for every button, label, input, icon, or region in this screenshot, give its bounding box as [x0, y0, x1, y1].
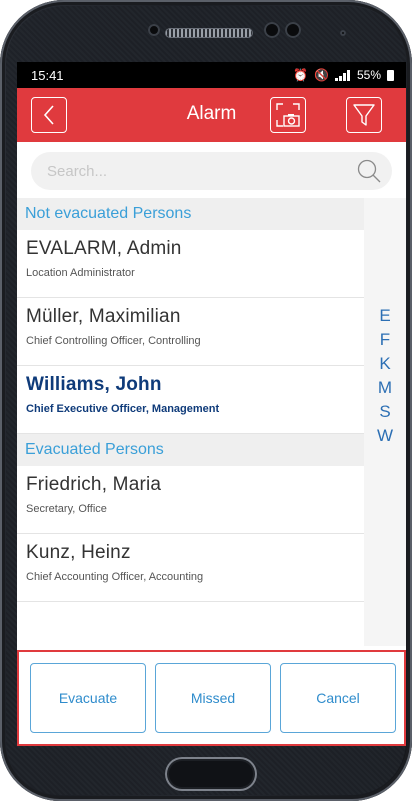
search-bar — [17, 142, 406, 198]
section-header-evacuated: Evacuated Persons — [17, 434, 364, 466]
index-letter-e[interactable]: E — [364, 304, 406, 328]
section-header-not-evacuated: Not evacuated Persons — [17, 198, 364, 230]
alphabet-index: E F K M S W — [364, 198, 406, 646]
person-row[interactable]: Friedrich, Maria Secretary, Office — [17, 466, 364, 534]
person-role: Chief Controlling Officer, Controlling — [26, 335, 201, 347]
evacuate-button[interactable]: Evacuate — [30, 663, 146, 733]
alarm-icon: ⏰ — [293, 68, 309, 82]
person-name: Müller, Maximilian — [26, 306, 181, 327]
person-role: Location Administrator — [26, 267, 135, 279]
search-icon[interactable] — [356, 158, 382, 184]
battery-percent: 55% — [356, 68, 381, 82]
scan-photo-icon — [276, 103, 300, 127]
index-letter-s[interactable]: S — [364, 400, 406, 424]
mute-icon: 🔇 — [314, 68, 329, 82]
index-letter-m[interactable]: M — [364, 376, 406, 400]
app-screen: 15:41 ⏰ 🔇 55% Alarm Search... Not evacua… — [17, 62, 406, 746]
filter-button[interactable] — [346, 97, 382, 133]
proximity-sensor — [148, 24, 160, 36]
missed-button[interactable]: Missed — [155, 663, 271, 733]
person-role: Chief Accounting Officer, Accounting — [26, 571, 204, 583]
search-box — [31, 152, 392, 190]
person-row-selected[interactable]: Williams, John Chief Executive Officer, … — [17, 366, 364, 434]
status-time: 15:41 — [31, 67, 64, 83]
person-row[interactable]: Müller, Maximilian Chief Controlling Off… — [17, 298, 364, 366]
signal-icon — [334, 69, 351, 81]
person-row[interactable]: Kunz, Heinz Chief Accounting Officer, Ac… — [17, 534, 364, 602]
battery-icon — [387, 69, 394, 81]
person-name: Williams, John — [26, 374, 162, 395]
person-list: Not evacuated Persons EVALARM, Admin Loc… — [17, 198, 364, 602]
index-letter-f[interactable]: F — [364, 328, 406, 352]
earpiece-speaker — [165, 28, 253, 38]
led-indicator — [340, 30, 346, 36]
cancel-button[interactable]: Cancel — [280, 663, 396, 733]
front-camera — [285, 22, 301, 38]
person-name: Friedrich, Maria — [26, 474, 162, 495]
person-name: Kunz, Heinz — [26, 542, 131, 563]
front-sensor — [264, 22, 280, 38]
person-name: EVALARM, Admin — [26, 238, 182, 259]
search-input[interactable] — [45, 161, 356, 181]
index-letter-w[interactable]: W — [364, 424, 406, 448]
person-row[interactable]: EVALARM, Admin Location Administrator — [17, 230, 364, 298]
scan-button[interactable] — [270, 97, 306, 133]
action-bar: Evacuate Missed Cancel — [17, 650, 406, 746]
status-bar: 15:41 ⏰ 🔇 55% — [17, 62, 406, 88]
home-button[interactable] — [165, 757, 257, 791]
index-letter-k[interactable]: K — [364, 352, 406, 376]
filter-icon — [353, 104, 375, 126]
app-bar: Alarm — [17, 88, 406, 142]
status-indicators: ⏰ 🔇 55% — [293, 68, 394, 82]
phone-frame: 15:41 ⏰ 🔇 55% Alarm Search... Not evacua… — [0, 0, 412, 801]
person-role: Chief Executive Officer, Management — [26, 403, 220, 415]
person-role: Secretary, Office — [26, 503, 107, 515]
